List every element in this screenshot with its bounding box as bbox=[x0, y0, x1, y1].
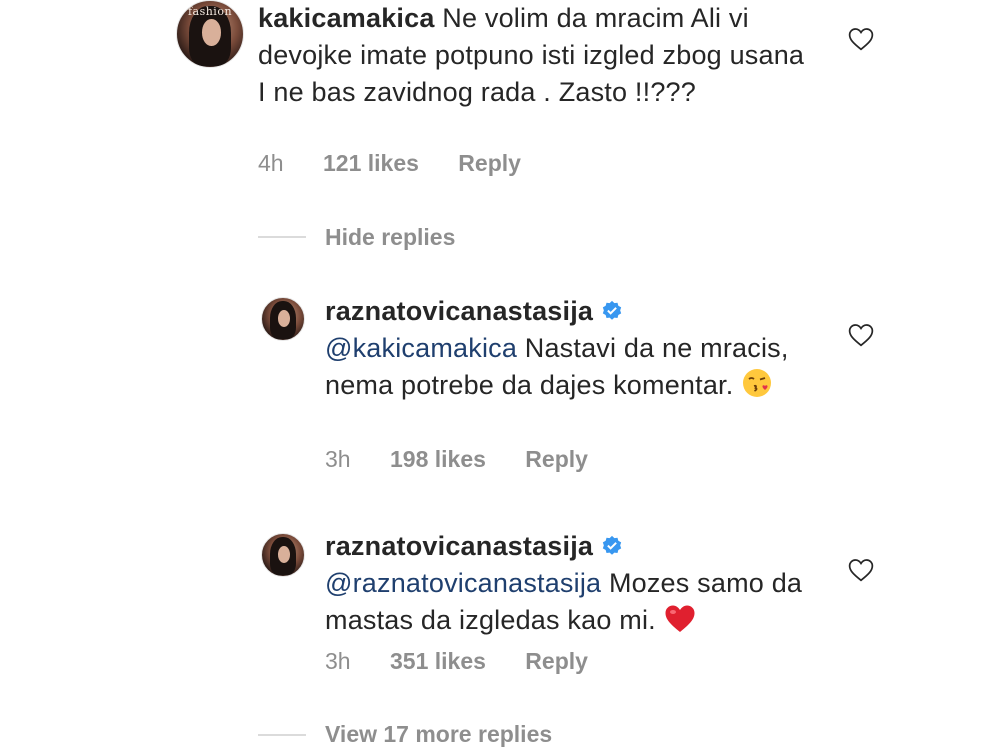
reply-text: raznatovicanastasija @kakicamakica Nasta… bbox=[325, 293, 825, 404]
comment-time: 4h bbox=[258, 150, 284, 176]
reply-text: raznatovicanastasija @raznatovicanastasi… bbox=[325, 528, 825, 639]
reply-username[interactable]: raznatovicanastasija bbox=[325, 531, 593, 561]
reply-button[interactable]: Reply bbox=[525, 648, 588, 674]
avatar[interactable]: fashion bbox=[176, 0, 244, 68]
kissing-face-emoji-icon bbox=[743, 369, 772, 397]
reply-username[interactable]: raznatovicanastasija bbox=[325, 296, 593, 326]
reply-time: 3h bbox=[325, 446, 351, 472]
comment-text: kakicamakica Ne volim da mracim Ali vi d… bbox=[258, 0, 818, 111]
like-heart-icon[interactable] bbox=[848, 323, 874, 347]
reply-button[interactable]: Reply bbox=[458, 150, 521, 176]
avatar[interactable] bbox=[261, 297, 305, 341]
reply-button[interactable]: Reply bbox=[525, 446, 588, 472]
reply-likes[interactable]: 198 likes bbox=[390, 446, 486, 472]
reply-meta: 3h 198 likes Reply bbox=[325, 446, 621, 473]
avatar-logo-text: fashion bbox=[187, 4, 233, 18]
comment-meta: 4h 121 likes Reply bbox=[258, 150, 554, 177]
like-heart-icon[interactable] bbox=[848, 27, 874, 51]
view-more-divider bbox=[258, 734, 306, 736]
red-heart-emoji-icon bbox=[665, 605, 695, 632]
reply-time: 3h bbox=[325, 648, 351, 674]
comment-likes[interactable]: 121 likes bbox=[323, 150, 419, 176]
reply-likes[interactable]: 351 likes bbox=[390, 648, 486, 674]
comment-username[interactable]: kakicamakica bbox=[258, 3, 435, 33]
verified-badge-icon bbox=[602, 300, 622, 320]
verified-badge-icon bbox=[602, 535, 622, 555]
reply-meta: 3h 351 likes Reply bbox=[325, 648, 621, 675]
view-more-replies-button[interactable]: View 17 more replies bbox=[325, 721, 552, 748]
hide-replies-divider bbox=[258, 236, 306, 238]
mention-link[interactable]: @raznatovicanastasija bbox=[325, 568, 601, 598]
like-heart-icon[interactable] bbox=[848, 558, 874, 582]
hide-replies-button[interactable]: Hide replies bbox=[325, 224, 455, 251]
avatar[interactable] bbox=[261, 533, 305, 577]
mention-link[interactable]: @kakicamakica bbox=[325, 333, 517, 363]
